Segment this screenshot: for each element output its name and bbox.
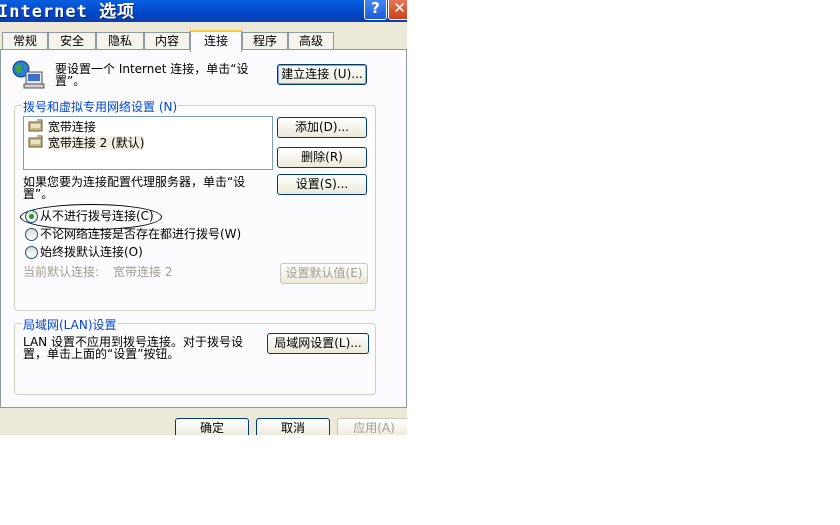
broadband-connection-icon [28, 119, 43, 132]
tab-advanced[interactable]: 高级 [288, 32, 334, 50]
lan-group-label: 局域网(LAN)设置 [22, 316, 118, 333]
tab-content[interactable]: 内容 [144, 32, 190, 50]
connection-list[interactable]: 宽带连接 宽带连接 2 (默认) [23, 116, 273, 170]
lan-instruction-line2: 置，单击上面的“设置”按钮。 [23, 347, 180, 361]
setup-instruction-line2: 置”。 [55, 74, 86, 88]
setup-connection-button[interactable]: 建立连接 (U)... [277, 64, 367, 85]
current-default-label: 当前默认连接: [23, 265, 100, 279]
radio-dial-whenever[interactable] [25, 228, 38, 241]
question-icon: ? [371, 0, 380, 17]
lan-settings-button[interactable]: 局域网设置(L)... [267, 333, 369, 354]
proxy-instruction-line2: 置”。 [23, 187, 54, 201]
ok-button[interactable]: 确定 [175, 418, 249, 435]
add-connection-button[interactable]: 添加(D)... [277, 117, 367, 138]
set-default-button[interactable]: 设置默认值(E) [280, 263, 368, 284]
close-button[interactable]: ✕ [388, 0, 407, 20]
radio-never-dial-label[interactable]: 从不进行拨号连接(C) [40, 209, 154, 223]
current-default-value: 宽带连接 2 [113, 265, 173, 279]
radio-dial-whenever-label[interactable]: 不论网络连接是否存在都进行拨号(W) [40, 227, 241, 241]
close-icon: ✕ [393, 0, 406, 17]
connection-settings-button[interactable]: 设置(S)... [277, 174, 367, 195]
title-bar: Internet 选项 ? ✕ [0, 0, 407, 22]
tab-security[interactable]: 安全 [48, 32, 96, 50]
radio-never-dial[interactable] [25, 210, 38, 223]
network-globe-icon [12, 60, 45, 89]
remove-connection-button[interactable]: 删除(R) [277, 147, 367, 168]
connection-name: 宽带连接 [47, 120, 96, 134]
tab-programs[interactable]: 程序 [242, 32, 288, 50]
help-button[interactable]: ? [364, 0, 387, 20]
connection-name: 宽带连接 2 (默认) [47, 136, 145, 150]
dialup-group-label: 拨号和虚拟专用网络设置 (N) [22, 98, 179, 115]
internet-options-dialog: Internet 选项 ? ✕ 常规 安全 隐私 内容 连接 程序 高级 要设置… [0, 0, 407, 435]
proxy-instruction-line1: 如果您要为连接配置代理服务器，单击“设 [23, 175, 246, 189]
broadband-connection-icon [28, 135, 43, 148]
list-item[interactable]: 宽带连接 [28, 119, 96, 135]
radio-always-dial-default[interactable] [25, 246, 38, 259]
tab-connections[interactable]: 连接 [190, 30, 242, 52]
tab-privacy[interactable]: 隐私 [96, 32, 144, 50]
tab-strip: 常规 安全 隐私 内容 连接 程序 高级 [0, 30, 407, 52]
list-item[interactable]: 宽带连接 2 (默认) [28, 135, 145, 151]
cancel-button[interactable]: 取消 [256, 418, 330, 435]
radio-always-dial-default-label[interactable]: 始终拨默认连接(O) [40, 245, 143, 259]
tab-general[interactable]: 常规 [2, 32, 48, 50]
connections-panel: 要设置一个 Internet 连接，单击“设 置”。 建立连接 (U)... 拨… [0, 49, 407, 408]
apply-button[interactable]: 应用(A) [337, 418, 407, 435]
window-title: Internet 选项 [0, 2, 136, 22]
